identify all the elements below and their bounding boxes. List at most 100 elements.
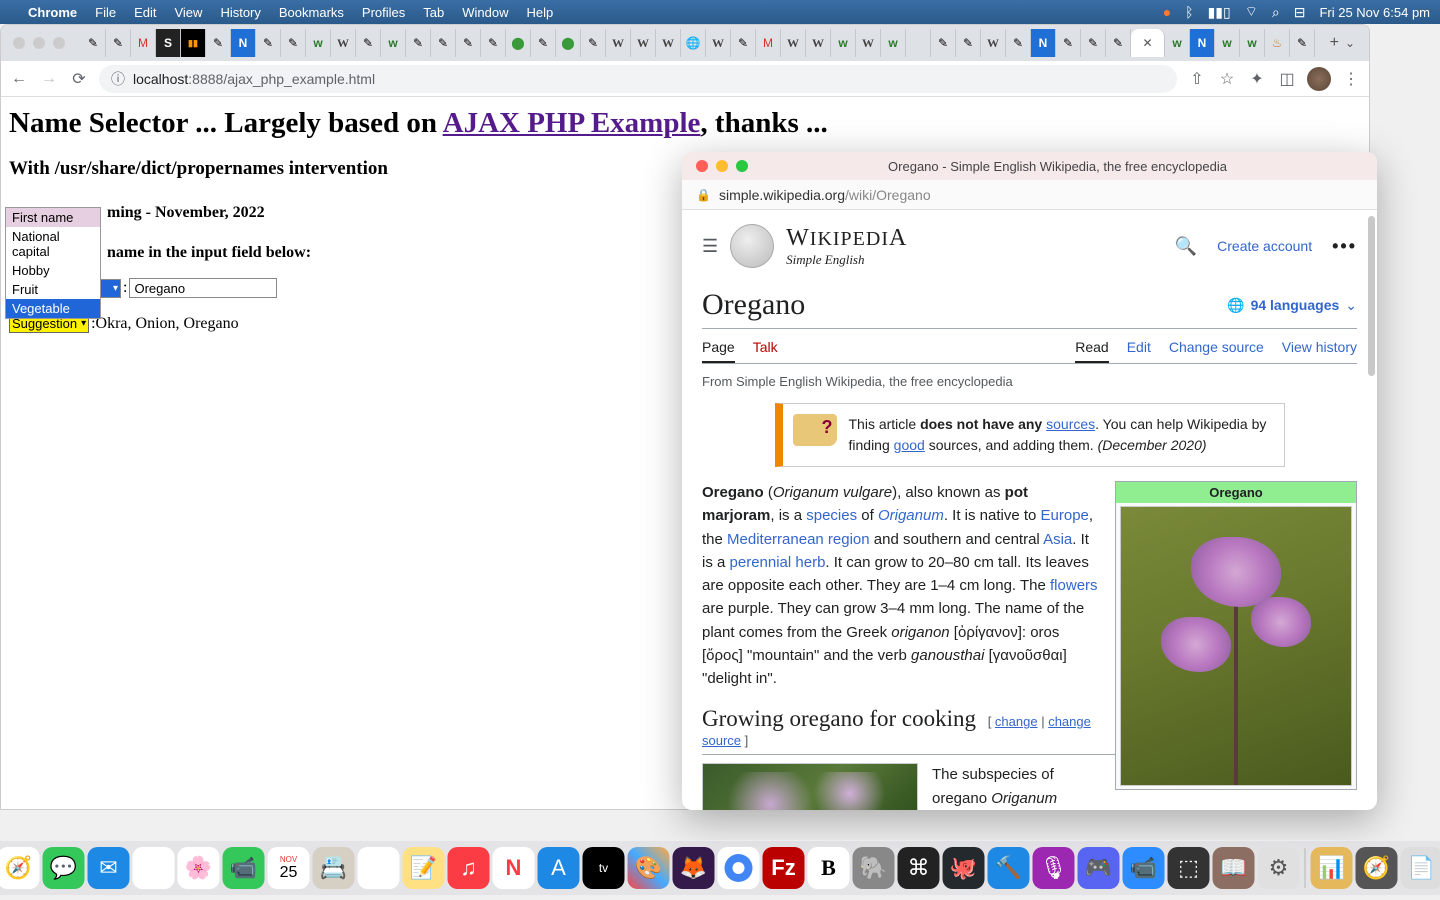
dock-facetime[interactable]: 📹	[223, 847, 265, 889]
tab-1[interactable]: ✎	[81, 29, 106, 57]
tab-10[interactable]: w	[306, 29, 331, 57]
tab-4[interactable]: S	[156, 29, 181, 57]
dock-firefox[interactable]: 🦊	[673, 847, 715, 889]
tab-23[interactable]: W	[631, 29, 656, 57]
menu-app[interactable]: Chrome	[28, 5, 77, 20]
tab-14[interactable]: ✎	[406, 29, 431, 57]
clock[interactable]: Fri 25 Nov 6:54 pm	[1319, 5, 1430, 20]
tab-31[interactable]: w	[831, 29, 856, 57]
tab-read[interactable]: Read	[1075, 339, 1108, 363]
hamburger-icon[interactable]: ☰	[702, 236, 718, 257]
safari-minimize[interactable]	[716, 160, 728, 172]
more-menu-icon[interactable]: •••	[1332, 236, 1357, 257]
menu-view[interactable]: View	[174, 5, 202, 20]
tab-25[interactable]: 🌐	[681, 29, 706, 57]
control-center-icon[interactable]: ⊟	[1294, 4, 1306, 21]
tab-30[interactable]: W	[806, 29, 831, 57]
dock-settings[interactable]: ⚙	[1258, 847, 1300, 889]
profile-avatar[interactable]	[1307, 67, 1331, 91]
tab-36[interactable]: ✎	[956, 29, 981, 57]
tab-overflow-button[interactable]: ⌄	[1339, 36, 1361, 50]
tab-active[interactable]: ✕	[1131, 29, 1165, 57]
tab-35[interactable]: ✎	[931, 29, 956, 57]
link-asia[interactable]: Asia	[1043, 531, 1072, 548]
tab-6[interactable]: ✎	[206, 29, 231, 57]
dock-maps[interactable]: 🗺	[133, 847, 175, 889]
tab-7[interactable]: N	[231, 29, 256, 57]
dock-app-x[interactable]: ⬚	[1168, 847, 1210, 889]
dock-appstore[interactable]: A	[538, 847, 580, 889]
option-capital[interactable]: National capital	[6, 227, 100, 261]
tab-view-history[interactable]: View history	[1282, 339, 1357, 363]
wikipedia-logo[interactable]	[730, 224, 774, 268]
section-image[interactable]	[702, 763, 918, 810]
link-flowers[interactable]: flowers	[1050, 577, 1098, 594]
ajax-example-link[interactable]: AJAX PHP Example	[443, 107, 701, 139]
option-fruit[interactable]: Fruit	[6, 280, 100, 299]
link-europe[interactable]: Europe	[1041, 507, 1089, 524]
tab-38[interactable]: ✎	[1006, 29, 1031, 57]
dock-calendar[interactable]: NOV25	[268, 847, 310, 889]
tab-15[interactable]: ✎	[431, 29, 456, 57]
link-mediterranean[interactable]: Mediterranean region	[727, 531, 870, 548]
tab-45[interactable]: w	[1215, 29, 1240, 57]
tab-40[interactable]: ✎	[1056, 29, 1081, 57]
tab-29[interactable]: W	[781, 29, 806, 57]
menu-window[interactable]: Window	[462, 5, 508, 20]
tab-37[interactable]: W	[981, 29, 1006, 57]
dock-notes[interactable]: 📝	[403, 847, 445, 889]
tab-41[interactable]: ✎	[1081, 29, 1106, 57]
address-bar[interactable]: ⓘ localhost:8888/ajax_php_example.html	[99, 65, 1177, 93]
tab-2[interactable]: ✎	[106, 29, 131, 57]
tab-19[interactable]: ✎	[531, 29, 556, 57]
dock-app-z[interactable]: 📊	[1311, 847, 1353, 889]
option-vegetable[interactable]: Vegetable	[6, 299, 100, 318]
tab-13[interactable]: w	[381, 29, 406, 57]
dock-mail[interactable]: ✉	[88, 847, 130, 889]
extensions-icon[interactable]: ✦	[1247, 69, 1267, 89]
tab-22[interactable]: W	[606, 29, 631, 57]
dock-preview[interactable]: 🎨	[628, 847, 670, 889]
tab-21[interactable]: ✎	[581, 29, 606, 57]
tab-11[interactable]: W	[331, 29, 356, 57]
sources-link[interactable]: sources	[1046, 416, 1095, 432]
tab-44[interactable]: N	[1190, 29, 1215, 57]
dock-zoom[interactable]: 📹	[1123, 847, 1165, 889]
tab-32[interactable]: W	[856, 29, 881, 57]
tab-20[interactable]: ⬤	[556, 29, 581, 57]
dock-contacts[interactable]: 📇	[313, 847, 355, 889]
back-button[interactable]: ←	[9, 70, 29, 88]
sidepanel-icon[interactable]: ◫	[1277, 69, 1297, 89]
dock-discord[interactable]: 🎮	[1078, 847, 1120, 889]
dock-app-b[interactable]: B	[808, 847, 850, 889]
tab-change-source[interactable]: Change source	[1169, 339, 1264, 363]
tab-edit[interactable]: Edit	[1127, 339, 1151, 363]
safari-close[interactable]	[696, 160, 708, 172]
create-account-link[interactable]: Create account	[1217, 238, 1312, 254]
reload-button[interactable]: ⟳	[69, 69, 89, 89]
tab-12[interactable]: ✎	[356, 29, 381, 57]
tab-talk[interactable]: Talk	[753, 339, 778, 363]
tab-8[interactable]: ✎	[256, 29, 281, 57]
name-input[interactable]	[129, 278, 277, 298]
tab-5[interactable]: ▮▮	[181, 29, 206, 57]
link-origanum[interactable]: Origanum	[878, 507, 944, 524]
good-link[interactable]: good	[894, 437, 925, 453]
tab-17[interactable]: ✎	[481, 29, 506, 57]
battery-icon[interactable]: ▮▮▯	[1208, 4, 1231, 21]
option-firstname[interactable]: First name	[6, 208, 100, 227]
tab-18[interactable]: ⬤	[506, 29, 531, 57]
link-perennial[interactable]: perennial herb	[730, 554, 826, 571]
category-select-dropdown[interactable]: First name National capital Hobby Fruit …	[5, 207, 101, 319]
tab-39[interactable]: N	[1031, 29, 1056, 57]
dock-app-doc[interactable]: 📄	[1401, 847, 1440, 889]
new-tab-button[interactable]: +	[1330, 34, 1339, 52]
scrollbar[interactable]	[1368, 216, 1375, 376]
dock-github[interactable]: 🐙	[943, 847, 985, 889]
tab-9[interactable]: ✎	[281, 29, 306, 57]
dock-reminders[interactable]: ☑	[358, 847, 400, 889]
dock-xcode[interactable]: 🔨	[988, 847, 1030, 889]
language-selector[interactable]: 🌐 94 languages ⌄	[1227, 297, 1357, 314]
tab-47[interactable]: ♨	[1265, 29, 1290, 57]
wifi-icon[interactable]: ⌔	[1245, 3, 1258, 21]
